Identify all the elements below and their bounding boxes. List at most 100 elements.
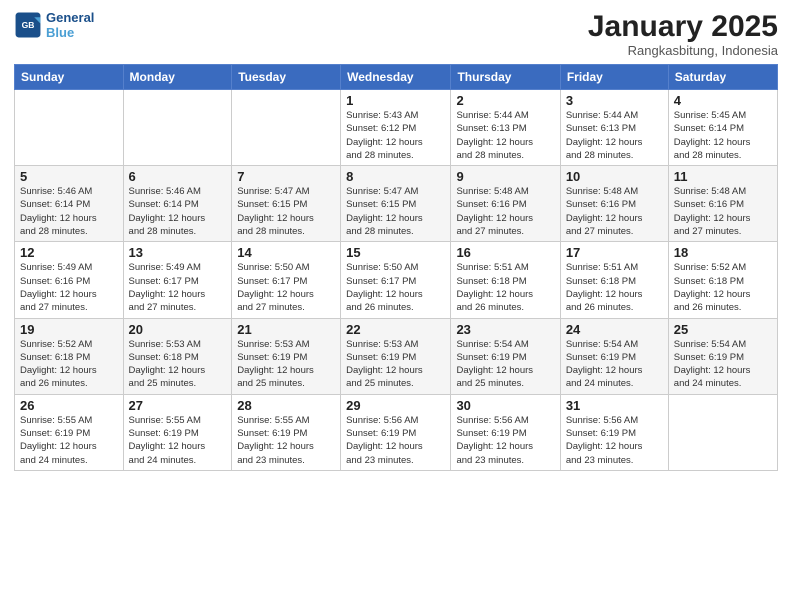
day-info: Sunrise: 5:56 AM Sunset: 6:19 PM Dayligh… [566, 414, 663, 467]
day-number: 29 [346, 398, 445, 413]
day-info: Sunrise: 5:47 AM Sunset: 6:15 PM Dayligh… [346, 185, 445, 238]
weekday-header-row: SundayMondayTuesdayWednesdayThursdayFrid… [15, 65, 778, 90]
calendar-cell: 13Sunrise: 5:49 AM Sunset: 6:17 PM Dayli… [123, 242, 232, 318]
day-number: 14 [237, 245, 335, 260]
day-info: Sunrise: 5:47 AM Sunset: 6:15 PM Dayligh… [237, 185, 335, 238]
day-number: 13 [129, 245, 227, 260]
day-number: 4 [674, 93, 772, 108]
day-number: 20 [129, 322, 227, 337]
weekday-header-tuesday: Tuesday [232, 65, 341, 90]
day-info: Sunrise: 5:54 AM Sunset: 6:19 PM Dayligh… [566, 338, 663, 391]
calendar-cell: 9Sunrise: 5:48 AM Sunset: 6:16 PM Daylig… [451, 166, 560, 242]
calendar-cell: 12Sunrise: 5:49 AM Sunset: 6:16 PM Dayli… [15, 242, 124, 318]
logo-icon: GB [14, 11, 42, 39]
calendar-cell: 16Sunrise: 5:51 AM Sunset: 6:18 PM Dayli… [451, 242, 560, 318]
calendar-cell: 15Sunrise: 5:50 AM Sunset: 6:17 PM Dayli… [341, 242, 451, 318]
week-row-4: 26 Sunrise: 5:55 AM Sunset: 6:19 PM Dayli… [15, 394, 778, 470]
week-row-2: 12Sunrise: 5:49 AM Sunset: 6:16 PM Dayli… [15, 242, 778, 318]
calendar-cell [15, 90, 124, 166]
day-info: Sunrise: 5:51 AM Sunset: 6:18 PM Dayligh… [566, 261, 663, 314]
day-number: 15 [346, 245, 445, 260]
day-number: 18 [674, 245, 772, 260]
day-info: Sunrise: 5:53 AM Sunset: 6:19 PM Dayligh… [237, 338, 335, 391]
day-info: Sunrise: 5:54 AM Sunset: 6:19 PM Dayligh… [456, 338, 554, 391]
day-number: 22 [346, 322, 445, 337]
calendar-cell: 18Sunrise: 5:52 AM Sunset: 6:18 PM Dayli… [668, 242, 777, 318]
day-number: 6 [129, 169, 227, 184]
calendar-cell: 4Sunrise: 5:45 AM Sunset: 6:14 PM Daylig… [668, 90, 777, 166]
header: GB General Blue January 2025 Rangkasbitu… [14, 10, 778, 58]
day-info: Sunrise: 5:52 AM Sunset: 6:18 PM Dayligh… [674, 261, 772, 314]
day-info: Sunrise: 5:53 AM Sunset: 6:18 PM Dayligh… [129, 338, 227, 391]
calendar-cell: 8Sunrise: 5:47 AM Sunset: 6:15 PM Daylig… [341, 166, 451, 242]
day-number: 1 [346, 93, 445, 108]
day-number: 23 [456, 322, 554, 337]
calendar-cell [668, 394, 777, 470]
day-info: Sunrise: 5:55 AM Sunset: 6:19 PM Dayligh… [129, 414, 227, 467]
day-number: 21 [237, 322, 335, 337]
calendar-cell: 1Sunrise: 5:43 AM Sunset: 6:12 PM Daylig… [341, 90, 451, 166]
day-info: Sunrise: 5:49 AM Sunset: 6:17 PM Dayligh… [129, 261, 227, 314]
day-number: 7 [237, 169, 335, 184]
day-number: 2 [456, 93, 554, 108]
calendar-cell: 7Sunrise: 5:47 AM Sunset: 6:15 PM Daylig… [232, 166, 341, 242]
weekday-header-saturday: Saturday [668, 65, 777, 90]
calendar-cell: 6Sunrise: 5:46 AM Sunset: 6:14 PM Daylig… [123, 166, 232, 242]
calendar-cell: 31Sunrise: 5:56 AM Sunset: 6:19 PM Dayli… [560, 394, 668, 470]
calendar-cell: 24Sunrise: 5:54 AM Sunset: 6:19 PM Dayli… [560, 318, 668, 394]
calendar-cell: 28Sunrise: 5:55 AM Sunset: 6:19 PM Dayli… [232, 394, 341, 470]
calendar-container: GB General Blue January 2025 Rangkasbitu… [0, 0, 792, 612]
day-info: Sunrise: 5:44 AM Sunset: 6:13 PM Dayligh… [566, 109, 663, 162]
day-number: 9 [456, 169, 554, 184]
calendar-cell: 20Sunrise: 5:53 AM Sunset: 6:18 PM Dayli… [123, 318, 232, 394]
calendar-cell: 30Sunrise: 5:56 AM Sunset: 6:19 PM Dayli… [451, 394, 560, 470]
weekday-header-sunday: Sunday [15, 65, 124, 90]
calendar-cell: 3Sunrise: 5:44 AM Sunset: 6:13 PM Daylig… [560, 90, 668, 166]
day-number: 12 [20, 245, 118, 260]
day-info: Sunrise: 5:50 AM Sunset: 6:17 PM Dayligh… [237, 261, 335, 314]
calendar-cell: 2Sunrise: 5:44 AM Sunset: 6:13 PM Daylig… [451, 90, 560, 166]
calendar-cell [232, 90, 341, 166]
day-number: 25 [674, 322, 772, 337]
calendar-cell: 21Sunrise: 5:53 AM Sunset: 6:19 PM Dayli… [232, 318, 341, 394]
day-info: Sunrise: 5:48 AM Sunset: 6:16 PM Dayligh… [456, 185, 554, 238]
logo-text: General Blue [46, 10, 94, 40]
day-info: Sunrise: 5:46 AM Sunset: 6:14 PM Dayligh… [20, 185, 118, 238]
day-info: Sunrise: 5:44 AM Sunset: 6:13 PM Dayligh… [456, 109, 554, 162]
svg-text:GB: GB [22, 20, 35, 30]
month-title: January 2025 [588, 10, 778, 43]
calendar-cell: 19Sunrise: 5:52 AM Sunset: 6:18 PM Dayli… [15, 318, 124, 394]
calendar-cell [123, 90, 232, 166]
day-info: Sunrise: 5:52 AM Sunset: 6:18 PM Dayligh… [20, 338, 118, 391]
calendar-cell: 5Sunrise: 5:46 AM Sunset: 6:14 PM Daylig… [15, 166, 124, 242]
week-row-1: 5Sunrise: 5:46 AM Sunset: 6:14 PM Daylig… [15, 166, 778, 242]
weekday-header-thursday: Thursday [451, 65, 560, 90]
calendar-cell: 17Sunrise: 5:51 AM Sunset: 6:18 PM Dayli… [560, 242, 668, 318]
calendar-cell: 27Sunrise: 5:55 AM Sunset: 6:19 PM Dayli… [123, 394, 232, 470]
location-subtitle: Rangkasbitung, Indonesia [588, 43, 778, 58]
weekday-header-monday: Monday [123, 65, 232, 90]
day-info: Sunrise: 5:50 AM Sunset: 6:17 PM Dayligh… [346, 261, 445, 314]
day-info: Sunrise: 5:53 AM Sunset: 6:19 PM Dayligh… [346, 338, 445, 391]
day-number: 16 [456, 245, 554, 260]
calendar-cell: 10Sunrise: 5:48 AM Sunset: 6:16 PM Dayli… [560, 166, 668, 242]
day-number: 19 [20, 322, 118, 337]
day-number: 3 [566, 93, 663, 108]
calendar-cell: 26Sunrise: 5:55 AM Sunset: 6:19 PM Dayli… [15, 394, 124, 470]
week-row-3: 19Sunrise: 5:52 AM Sunset: 6:18 PM Dayli… [15, 318, 778, 394]
day-info: Sunrise: 5:56 AM Sunset: 6:19 PM Dayligh… [456, 414, 554, 467]
calendar-cell: 14Sunrise: 5:50 AM Sunset: 6:17 PM Dayli… [232, 242, 341, 318]
day-number: 30 [456, 398, 554, 413]
day-number: 31 [566, 398, 663, 413]
logo: GB General Blue [14, 10, 94, 40]
calendar-cell: 11Sunrise: 5:48 AM Sunset: 6:16 PM Dayli… [668, 166, 777, 242]
day-info: Sunrise: 5:56 AM Sunset: 6:19 PM Dayligh… [346, 414, 445, 467]
day-info: Sunrise: 5:51 AM Sunset: 6:18 PM Dayligh… [456, 261, 554, 314]
day-info: Sunrise: 5:54 AM Sunset: 6:19 PM Dayligh… [674, 338, 772, 391]
day-number: 28 [237, 398, 335, 413]
weekday-header-friday: Friday [560, 65, 668, 90]
day-number: 10 [566, 169, 663, 184]
title-area: January 2025 Rangkasbitung, Indonesia [588, 10, 778, 58]
day-info: Sunrise: 5:43 AM Sunset: 6:12 PM Dayligh… [346, 109, 445, 162]
day-number: 26 [20, 398, 118, 413]
